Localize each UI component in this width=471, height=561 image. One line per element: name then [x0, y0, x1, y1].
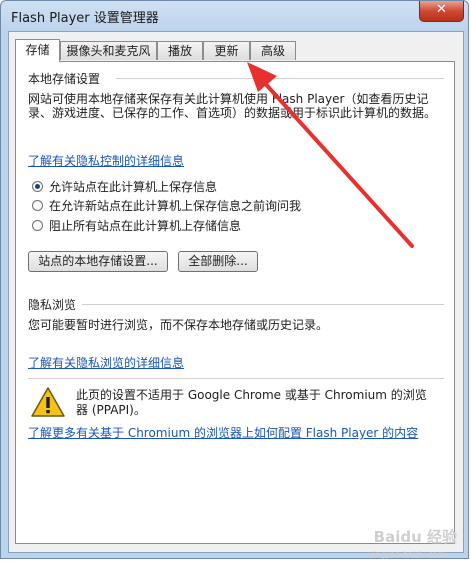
baidu-watermark-url: jingyan.baidu.com: [371, 550, 445, 559]
section-divider: [28, 378, 444, 379]
private-browsing-heading: 隐私浏览: [28, 298, 77, 312]
privacy-controls-link[interactable]: 了解有关隐私控制的详细信息: [28, 152, 184, 169]
warning-icon: [31, 387, 65, 417]
tab-advanced[interactable]: 高级: [250, 41, 296, 60]
section-divider: [116, 78, 444, 79]
window-title: Flash Player 设置管理器: [11, 11, 159, 26]
dialog-body: 存储 摄像头和麦克风 播放 更新 高级 本地存储设置 网站可使用本地存储来保存有…: [8, 31, 464, 553]
section-divider: [82, 304, 444, 305]
private-browsing-link[interactable]: 了解有关隐私浏览的详细信息: [28, 354, 184, 371]
local-storage-description: 网站可使用本地存储来保存有关此计算机使用 Flash Player（如查看历史记…: [28, 92, 437, 120]
baidu-watermark: Baidu 经验: [373, 528, 457, 546]
close-button[interactable]: ✕: [419, 1, 464, 22]
radio-button[interactable]: [32, 199, 43, 211]
site-local-storage-settings-button[interactable]: 站点的本地存储设置...: [28, 251, 168, 272]
radio-allow-label: 允许站点在此计算机上保存信息: [49, 179, 218, 194]
chromium-config-link[interactable]: 了解更多有关基于 Chromium 的浏览器上如何配置 Flash Player…: [28, 424, 418, 441]
flash-player-settings-window: Flash Player 设置管理器 ✕ 存储 摄像头和麦克风 播放 更新 高级…: [0, 0, 469, 559]
delete-all-button[interactable]: 全部删除...: [178, 251, 258, 272]
radio-button-selected[interactable]: [32, 180, 43, 192]
chromium-notice-text: 此页的设置不适用于 Google Chrome 或基于 Chromium 的浏览…: [76, 388, 427, 417]
radio-button[interactable]: [32, 219, 43, 231]
private-browsing-description: 您可能要暂时进行浏览，而不保存本地存储或历史记录。: [28, 318, 329, 332]
title-bar[interactable]: Flash Player 设置管理器 ✕: [1, 1, 468, 31]
tab-playback[interactable]: 播放: [157, 41, 203, 60]
radio-allow-sites[interactable]: 允许站点在此计算机上保存信息: [32, 178, 217, 194]
tab-updates[interactable]: 更新: [203, 41, 250, 60]
radio-ask-label: 在允许新站点在此计算机上保存信息之前询问我: [49, 198, 302, 213]
radio-ask-before[interactable]: 在允许新站点在此计算机上保存信息之前询问我: [32, 197, 301, 213]
radio-block-label: 阻止所有站点在此计算机上存储信息: [49, 218, 242, 233]
radio-block-all[interactable]: 阻止所有站点在此计算机上存储信息: [32, 217, 241, 233]
local-storage-heading: 本地存储设置: [28, 72, 101, 86]
tab-storage[interactable]: 存储: [15, 39, 60, 62]
storage-tab-panel: 本地存储设置 网站可使用本地存储来保存有关此计算机使用 Flash Player…: [15, 61, 455, 544]
tab-camera-microphone[interactable]: 摄像头和麦克风: [60, 41, 157, 60]
